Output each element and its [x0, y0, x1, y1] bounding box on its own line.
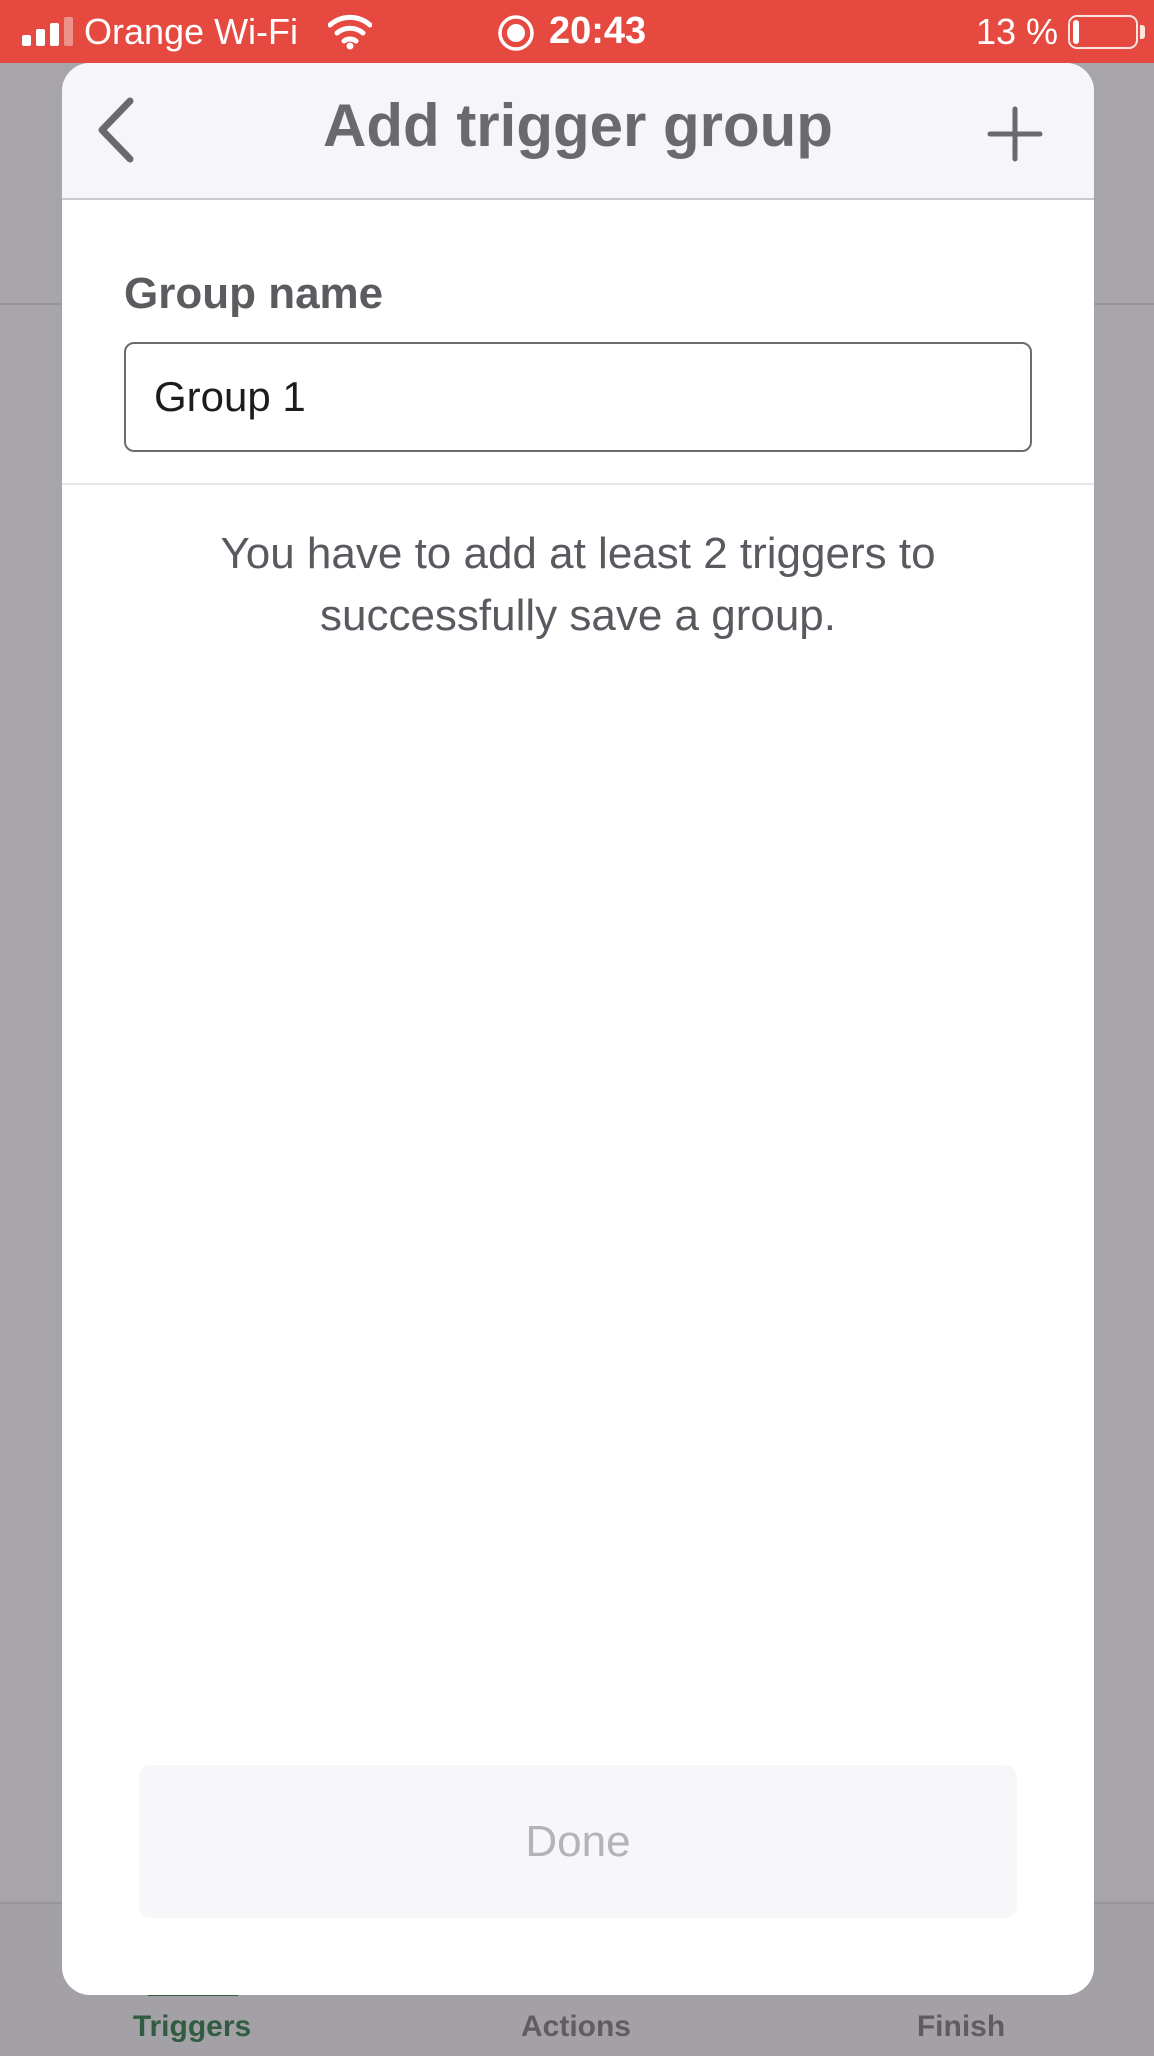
plus-icon — [987, 106, 1043, 162]
modal-title: Add trigger group — [323, 92, 833, 159]
info-message: You have to add at least 2 triggers to s… — [220, 529, 936, 640]
screen-recording-icon — [498, 15, 534, 51]
tab-finish: Finish — [916, 2010, 1006, 2043]
wifi-icon — [328, 14, 372, 50]
battery-percentage: 13 % — [976, 11, 1059, 52]
group-name-label: Group name — [124, 269, 384, 318]
done-button[interactable]: Done — [139, 1765, 1017, 1918]
carrier-name: Orange Wi-Fi — [84, 11, 299, 52]
group-name-input[interactable] — [124, 342, 1032, 452]
modal-header: Add trigger group — [62, 63, 1094, 200]
tab-actions: Actions — [520, 2010, 631, 2043]
signal-icon — [22, 16, 74, 46]
battery-tip — [1140, 25, 1145, 39]
add-trigger-group-modal: Add trigger group Group name You have to… — [62, 63, 1094, 1995]
status-bar: Orange Wi-Fi 20:43 13 % — [0, 0, 1154, 63]
add-trigger-button[interactable] — [978, 97, 1052, 171]
tab-triggers: Triggers — [132, 2010, 252, 2043]
section-divider — [62, 483, 1094, 485]
battery-icon — [1068, 15, 1138, 49]
clock: 20:43 — [549, 10, 647, 52]
